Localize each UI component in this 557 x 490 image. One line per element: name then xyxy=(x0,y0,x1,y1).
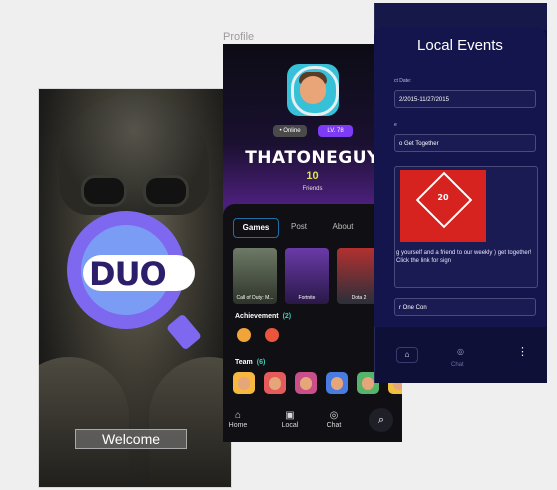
team-member-avatar[interactable] xyxy=(295,372,317,394)
game-title: Fortnite xyxy=(298,295,316,301)
events-nav-chat-label: Chat xyxy=(451,362,464,368)
event-description: g yourself and a friend to our weekly ) … xyxy=(396,250,532,264)
welcome-button[interactable]: Welcome xyxy=(75,429,187,449)
events-nav-home[interactable]: ⌂ xyxy=(396,347,418,363)
avatar-face xyxy=(331,377,343,390)
avatar-face xyxy=(362,377,374,390)
welcome-screen: DUO Welcome xyxy=(38,88,232,488)
chat-icon: ◎ xyxy=(329,410,339,421)
nav-local[interactable]: ▣ Local xyxy=(275,410,305,429)
avatar-face xyxy=(300,76,326,104)
team-count: (6) xyxy=(256,359,266,366)
calendar-icon: ▣ xyxy=(285,410,295,421)
event-name-label: e xyxy=(394,122,397,128)
level-badge: LV. 78 xyxy=(318,125,353,137)
soldier-shoulder-right xyxy=(149,357,231,487)
events-top-strip xyxy=(375,3,547,30)
goggle-left xyxy=(81,175,127,207)
soldier-helmet-illustration xyxy=(59,95,209,215)
team-member-avatar[interactable] xyxy=(326,372,348,394)
duo-logo-tail xyxy=(165,313,203,351)
home-icon: ⌂ xyxy=(234,410,242,421)
avatar-face xyxy=(238,377,250,390)
bottom-nav: ⌂ Home ▣ Local ◎ Chat ⌕ xyxy=(223,404,402,442)
nav-chat[interactable]: ◎ Chat xyxy=(319,410,349,429)
home-icon: ⌂ xyxy=(404,350,410,359)
d20-number: 20 xyxy=(437,193,449,202)
achievement-count: (2) xyxy=(282,313,292,320)
tab-games[interactable]: Games xyxy=(233,218,279,238)
date-field[interactable]: 2/2015-11/27/2015 xyxy=(394,90,536,108)
events-title: Local Events xyxy=(417,37,503,54)
game-card-fortnite[interactable]: Fortnite xyxy=(285,248,329,304)
event-con-field[interactable]: r One Con xyxy=(394,298,536,316)
game-title: Call of Duty: M... xyxy=(236,295,274,301)
date-label: ct Date: xyxy=(394,78,412,84)
soldier-shoulder-left xyxy=(39,357,129,487)
search-icon: ⌕ xyxy=(377,413,385,426)
team-member-avatar[interactable] xyxy=(264,372,286,394)
team-label: Team xyxy=(235,359,253,366)
avatar[interactable] xyxy=(287,64,339,116)
nav-chat-label: Chat xyxy=(326,422,342,429)
nav-home-label: Home xyxy=(228,422,248,429)
team-member-avatar[interactable] xyxy=(233,372,255,394)
avatar-face xyxy=(300,377,312,390)
team-heading: Team (6) xyxy=(235,359,265,366)
nav-local-label: Local xyxy=(281,422,299,429)
trophy-icon[interactable] xyxy=(265,328,279,342)
achievement-heading: Achievement (2) xyxy=(235,313,291,320)
chat-icon[interactable]: ◎ xyxy=(457,347,464,356)
search-button[interactable]: ⌕ xyxy=(369,408,393,432)
nav-home[interactable]: ⌂ Home xyxy=(223,410,253,429)
medal-icon[interactable] xyxy=(237,328,251,342)
avatar-face xyxy=(269,377,281,390)
duo-logo-text: DUO xyxy=(83,255,195,293)
achievement-label: Achievement xyxy=(235,313,279,320)
more-options-icon[interactable]: ⋮ xyxy=(517,345,528,358)
tab-post[interactable]: Post xyxy=(283,218,315,236)
game-card-call-of-duty[interactable]: Call of Duty: M... xyxy=(233,248,277,304)
event-name-field[interactable]: o Get Together xyxy=(394,134,536,152)
goggle-right xyxy=(143,175,189,207)
profile-section-label: Profile xyxy=(223,31,255,43)
tab-about[interactable]: About xyxy=(323,218,363,236)
online-status-badge: • Online xyxy=(273,125,307,137)
